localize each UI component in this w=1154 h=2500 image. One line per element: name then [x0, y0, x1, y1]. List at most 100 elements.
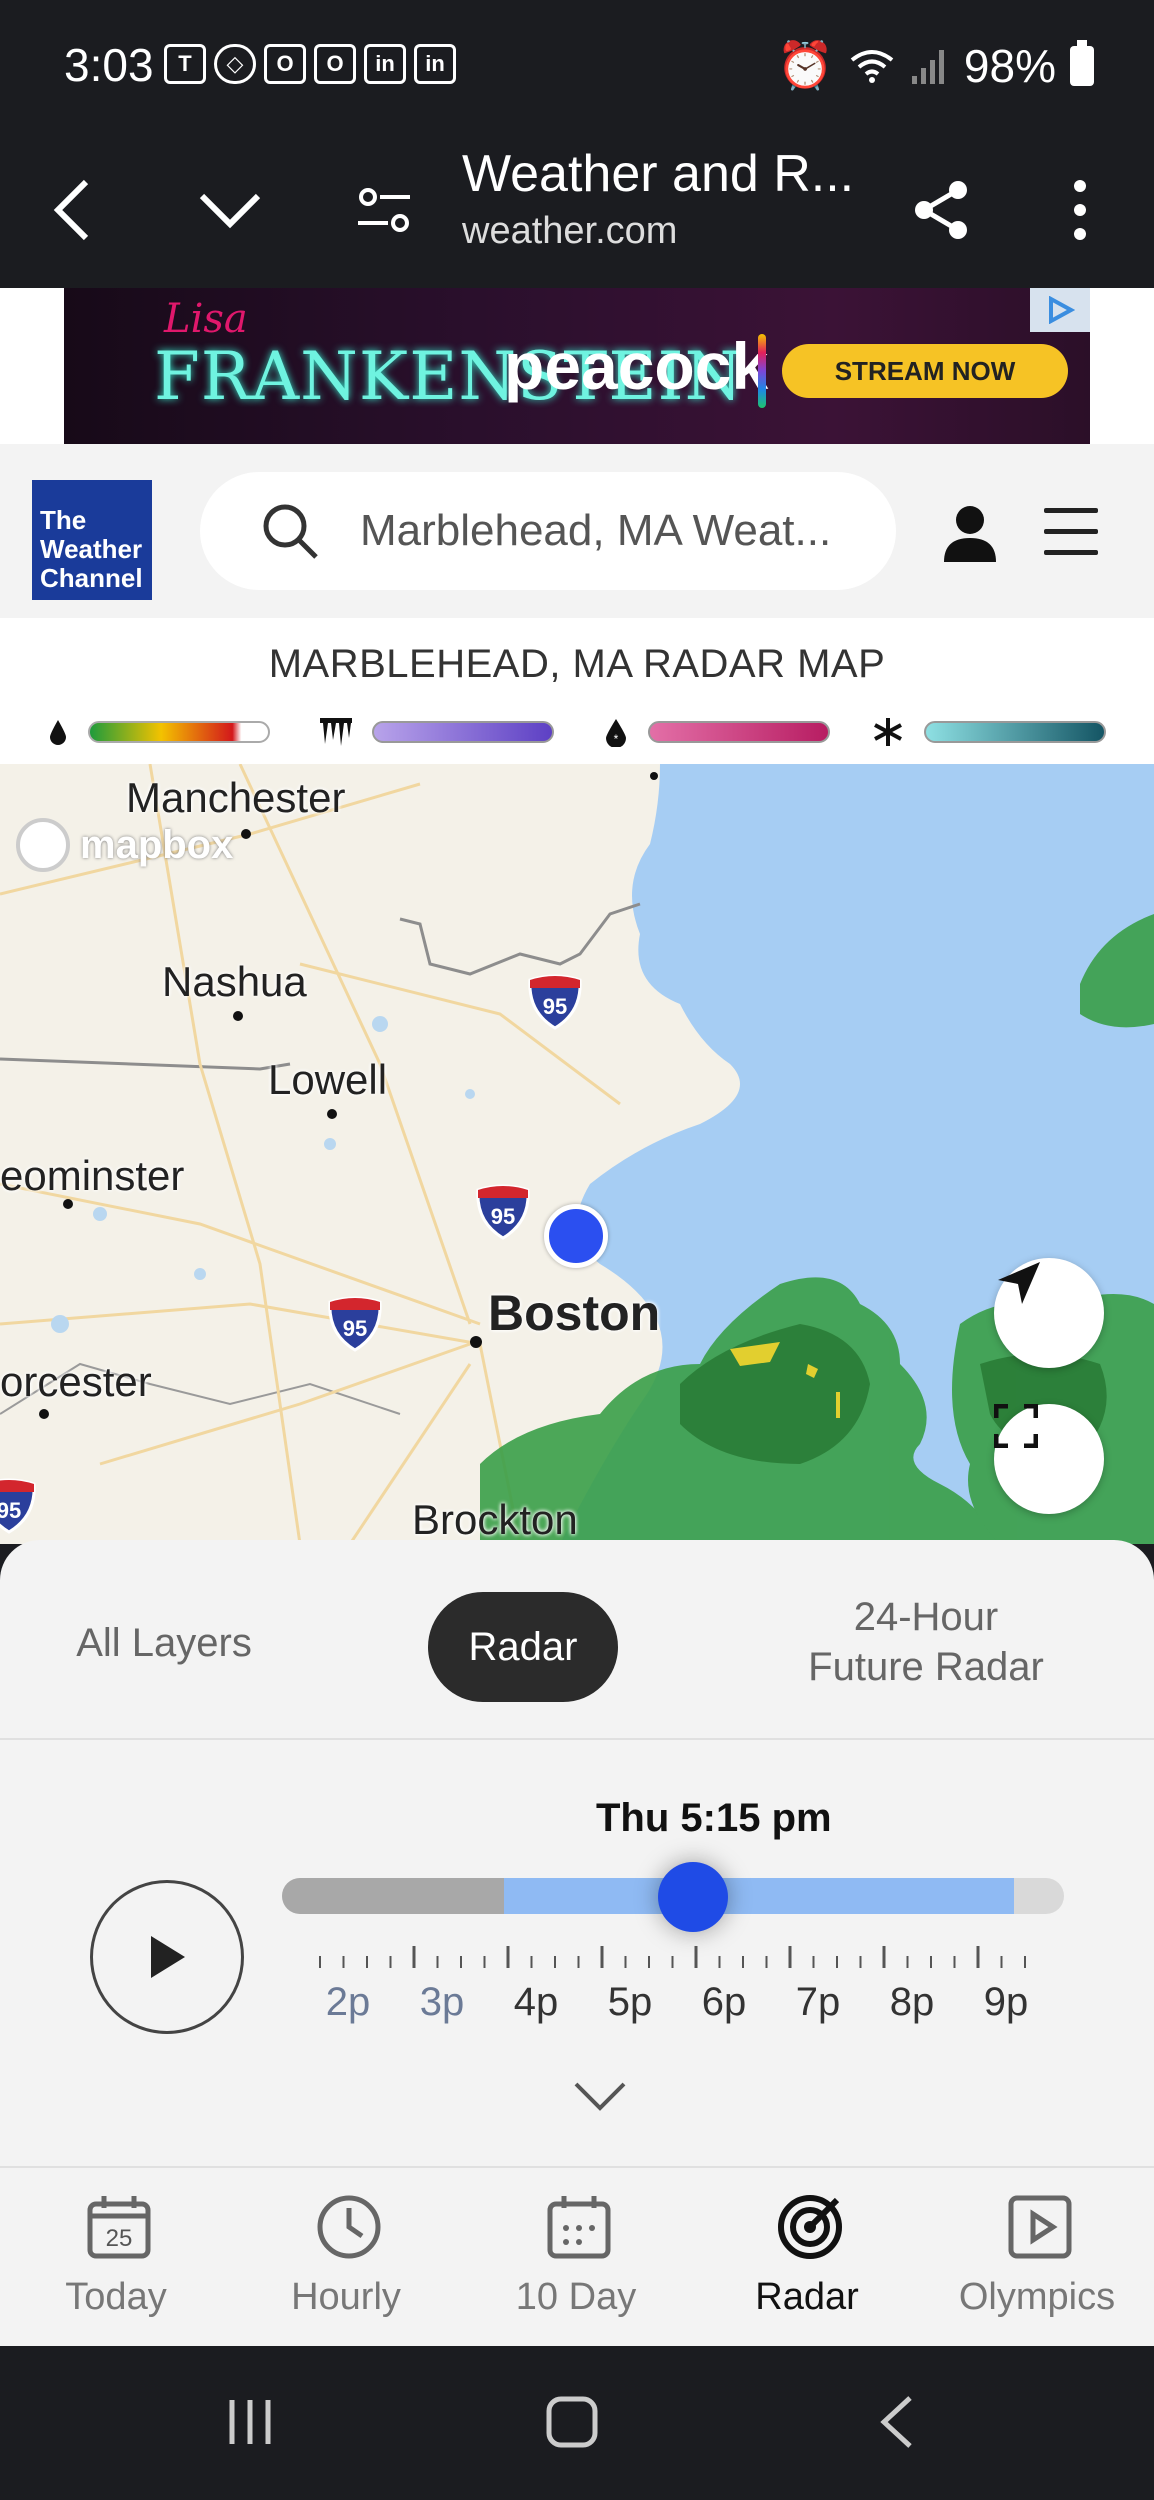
peacock-dots-icon [758, 334, 766, 408]
ad-container: Lisa FRANKENSTEIN peacock STREAM NOW [0, 288, 1154, 444]
fullscreen-icon [994, 1404, 1038, 1448]
nav-olympics[interactable]: Olympics [922, 2168, 1152, 2348]
play-button[interactable] [90, 1880, 244, 2034]
timeline-scrubber[interactable] [658, 1862, 728, 1932]
adchoices-icon[interactable] [1030, 288, 1090, 332]
nav-label: Hourly [291, 2276, 401, 2318]
collapse-chevron-icon[interactable] [572, 2080, 628, 2112]
svg-text:95: 95 [491, 1204, 515, 1229]
legend-ice-bar [372, 721, 554, 743]
radar-map-title: MARBLEHEAD, MA RADAR MAP [268, 642, 886, 686]
timeline-hour-label[interactable]: 5p [590, 1980, 670, 2025]
more-options-button[interactable] [1040, 170, 1120, 250]
ad-cta-button[interactable]: STREAM NOW [782, 344, 1068, 398]
calendar-icon [547, 2196, 611, 2259]
svg-text:95: 95 [0, 1498, 21, 1523]
search-input[interactable]: Marblehead, MA Weat... [200, 472, 896, 590]
share-button[interactable] [902, 170, 982, 250]
alarm-icon: ⏰ [776, 39, 834, 91]
recent-apps-icon[interactable] [224, 2396, 276, 2448]
interstate-shield-icon: 95 [526, 972, 584, 1030]
mapbox-attribution[interactable]: mapbox [16, 818, 233, 872]
ad-banner[interactable]: Lisa FRANKENSTEIN peacock STREAM NOW [64, 288, 1090, 444]
more-vert-icon [1074, 180, 1086, 240]
map-label-boston: Boston [488, 1285, 661, 1341]
timeline-hour-label[interactable]: 9p [966, 1980, 1046, 2025]
mix-icon: * [606, 719, 626, 747]
nav-10-day[interactable]: 10 Day [461, 2168, 691, 2348]
play-icon [151, 1936, 185, 1978]
tab-radar[interactable]: Radar [428, 1592, 618, 1702]
svg-text:95: 95 [543, 994, 567, 1019]
timeline-hour-label[interactable]: 2p [308, 1980, 388, 2025]
system-navigation-bar [0, 2346, 1154, 2500]
nav-hourly[interactable]: Hourly [231, 2168, 461, 2348]
page-url[interactable]: weather.com [462, 210, 677, 253]
timeline-past-segment [282, 1878, 504, 1914]
tab-future-radar[interactable]: 24-Hour Future Radar [790, 1592, 1062, 1692]
status-bar: 3:03 T ◇ O O in in ⏰ 98% [0, 0, 1154, 130]
back-button[interactable] [32, 170, 112, 250]
legend-mix-bar [648, 721, 830, 743]
nav-label: Radar [755, 2276, 859, 2318]
current-frame-time: Thu 5:15 pm [596, 1796, 832, 1840]
timeline-hour-label[interactable]: 6p [684, 1980, 764, 2025]
clock-icon [317, 2195, 381, 2259]
precip-legend: * [48, 712, 1108, 752]
map-label-nashua: Nashua [162, 958, 307, 1005]
page-title[interactable]: Weather and R... [462, 144, 854, 204]
timeline-hour-label[interactable]: 8p [872, 1980, 952, 2025]
search-icon [263, 504, 318, 559]
user-account-icon[interactable] [940, 504, 1000, 564]
copilot-icon: ◇ [214, 44, 256, 84]
radar-map[interactable]: mapbox Manchester Nashua Lowell eominste… [0, 764, 1154, 1544]
map-label-worcester: orcester [0, 1358, 152, 1405]
map-label-manchester: Manchester [126, 774, 346, 821]
chevron-left-icon [53, 179, 89, 241]
layer-tabs: All Layers Radar 24-Hour Future Radar [0, 1540, 1154, 1740]
nav-today[interactable]: 25 Today [1, 2168, 231, 2348]
svg-text:95: 95 [343, 1316, 367, 1341]
interstate-shield-icon: 95 [326, 1294, 384, 1352]
chevron-down-icon [199, 193, 261, 229]
hamburger-menu-icon[interactable] [1044, 508, 1098, 556]
notification-icons: T ◇ O O in in [164, 44, 456, 84]
mapbox-logo-icon [16, 818, 70, 872]
battery-icon [1070, 39, 1094, 86]
linkedin-icon: in [414, 44, 456, 84]
timeline-hour-label[interactable]: 4p [496, 1980, 576, 2025]
timeline-hour-label[interactable]: 3p [402, 1980, 482, 2025]
browser-toolbar: Weather and R... weather.com [0, 130, 1154, 288]
svg-text:*: * [614, 732, 619, 746]
navigation-arrow-icon [998, 1262, 1040, 1304]
calendar-day-icon: 25 [87, 2196, 151, 2259]
wifi-icon [850, 49, 894, 83]
current-location-marker[interactable] [544, 1204, 608, 1268]
locate-me-button[interactable] [994, 1258, 1104, 1368]
battery-text: 98% [963, 39, 1056, 92]
rain-drop-icon [50, 720, 66, 745]
signal-icon [911, 49, 944, 84]
map-label-lowell: Lowell [268, 1056, 388, 1103]
ice-icon [320, 718, 352, 746]
twc-logo[interactable]: The Weather Channel [32, 480, 152, 600]
map-label-brockton: Brockton [412, 1496, 578, 1543]
tab-all-layers[interactable]: All Layers [60, 1618, 268, 1668]
nav-radar[interactable]: Radar [692, 2168, 922, 2348]
bottom-navigation: 25 Today Hourly 10 Day Radar Olympics [0, 2166, 1154, 2346]
logo-text-line: Weather [40, 534, 143, 564]
legend-snow-bar [924, 721, 1106, 743]
fullscreen-button[interactable] [994, 1404, 1104, 1514]
nav-label: Today [65, 2276, 167, 2318]
site-settings-button[interactable] [344, 170, 424, 250]
site-header: The Weather Channel Marblehead, MA Weat.… [0, 444, 1154, 618]
play-icon [1008, 2195, 1072, 2259]
minimize-button[interactable] [190, 170, 270, 250]
legend-rain-bar [88, 721, 270, 743]
legend-ice [320, 712, 554, 752]
legend-snow [872, 712, 1106, 752]
home-icon[interactable] [546, 2396, 598, 2448]
teams-icon: T [164, 44, 206, 84]
timeline-hour-label[interactable]: 7p [778, 1980, 858, 2025]
back-nav-icon[interactable] [878, 2394, 914, 2450]
